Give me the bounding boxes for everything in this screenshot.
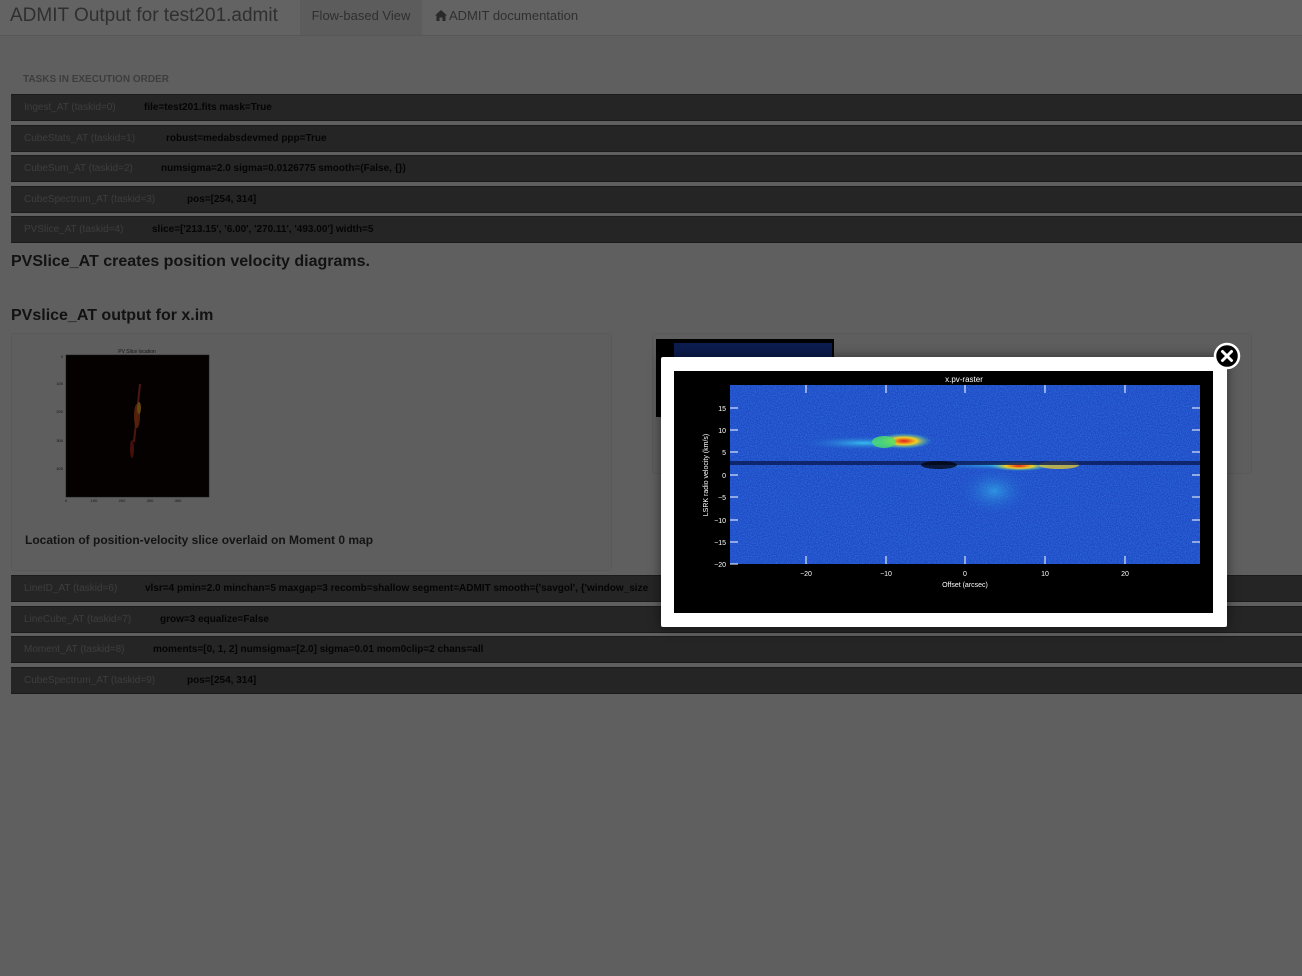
- moment-ytick: 200: [56, 409, 63, 414]
- admit-documentation-label: ADMIT documentation: [449, 8, 579, 23]
- task-params: numsigma=2.0 sigma=0.0126775 smooth=(Fal…: [161, 163, 406, 174]
- close-icon[interactable]: [1213, 342, 1241, 370]
- task-name: PVSlice_AT (taskid=4): [24, 224, 124, 235]
- pv-ytick: −20: [714, 562, 726, 569]
- pv-ytick: 5: [722, 450, 726, 457]
- top-navbar: ADMIT Output for test201.admit Flow-base…: [0, 0, 1302, 36]
- pv-ytick: 10: [718, 428, 726, 435]
- task-row-cubespectrum-9[interactable]: CubeSpectrum_AT (taskid=9) pos=[254, 314…: [11, 667, 1302, 694]
- task-params: file=test201.fits mask=True: [144, 102, 272, 113]
- pv-xtick: 20: [1121, 571, 1129, 578]
- task-name: CubeSum_AT (taskid=2): [24, 163, 133, 174]
- task-params: vlsr=4 pmin=2.0 minchan=5 maxgap=3 recom…: [145, 583, 649, 594]
- task-row-cubesum[interactable]: CubeSum_AT (taskid=2) numsigma=2.0 sigma…: [11, 155, 1302, 182]
- pv-ytick: −15: [714, 540, 726, 547]
- task-row-pvslice[interactable]: PVSlice_AT (taskid=4) slice=['213.15', '…: [11, 216, 1302, 243]
- moment-map-caption: Location of position-velocity slice over…: [25, 533, 374, 547]
- home-icon: [435, 10, 447, 21]
- moment-xtick: 100: [91, 498, 98, 503]
- pv-xtick: −10: [880, 571, 892, 578]
- pv-ytick: −10: [714, 518, 726, 525]
- pv-ytick: 0: [722, 473, 726, 480]
- task-row-ingest[interactable]: Ingest_AT (taskid=0) file=test201.fits m…: [11, 94, 1302, 121]
- pv-xtick: 10: [1041, 571, 1049, 578]
- pvslice-description: PVSlice_AT creates position velocity dia…: [11, 253, 370, 270]
- task-row-cubespectrum-3[interactable]: CubeSpectrum_AT (taskid=3) pos=[254, 314…: [11, 186, 1302, 213]
- pv-ytick: 15: [718, 406, 726, 413]
- tab-flow-based-view[interactable]: Flow-based View: [300, 0, 422, 35]
- task-name: LineID_AT (taskid=6): [24, 583, 118, 594]
- task-name: Ingest_AT (taskid=0): [24, 102, 116, 113]
- task-params: pos=[254, 314]: [187, 675, 257, 686]
- task-row-cubestats[interactable]: CubeStats_AT (taskid=1) robust=medabsdev…: [11, 125, 1302, 152]
- task-params: robust=medabsdevmed ppp=True: [166, 133, 327, 144]
- task-params: pos=[254, 314]: [187, 194, 257, 205]
- pv-plot-title: x.pv-raster: [945, 375, 983, 384]
- pv-xtick: 0: [963, 571, 967, 578]
- task-name: CubeSpectrum_AT (taskid=9): [24, 675, 156, 686]
- moment-map-thumbnail[interactable]: PV Slice location 0 100 200 300 400 0 10…: [52, 346, 222, 506]
- moment-xtick: 0: [65, 498, 68, 503]
- task-name: LineCube_AT (taskid=7): [24, 614, 132, 625]
- pv-ytick: −5: [718, 495, 726, 502]
- moment-ytick: 0: [61, 354, 64, 359]
- moment-ytick: 400: [56, 466, 63, 471]
- task-name: Moment_AT (taskid=8): [24, 644, 125, 655]
- pv-ylabel: LSRK radio velocity (km/s): [703, 434, 710, 516]
- pv-xtick: −20: [800, 571, 812, 578]
- moment-plot-title: PV Slice location: [118, 349, 156, 355]
- task-params: slice=['213.15', '6.00', '270.11', '493.…: [152, 224, 374, 235]
- app-title: ADMIT Output for test201.admit: [10, 5, 278, 26]
- moment-xtick: 400: [175, 498, 182, 503]
- pv-raster-image: x.pv-raster 15 10 5 0 −5 −10 −15 −20 −20…: [674, 371, 1213, 613]
- moment-xtick: 200: [119, 498, 126, 503]
- pv-xlabel: Offset (arcsec): [942, 582, 988, 589]
- admit-documentation-link[interactable]: ADMIT documentation: [435, 0, 578, 35]
- task-params: grow=3 equalize=False: [160, 614, 269, 625]
- section-label: TASKS IN EXECUTION ORDER: [23, 74, 169, 85]
- moment-map-panel: PV Slice location 0 100 200 300 400 0 10…: [11, 333, 612, 571]
- task-params: moments=[0, 1, 2] numsigma=[2.0] sigma=0…: [153, 644, 484, 655]
- moment-xtick: 300: [147, 498, 154, 503]
- pvslice-output-heading: PVslice_AT output for x.im: [11, 307, 214, 324]
- task-name: CubeStats_AT (taskid=1): [24, 133, 136, 144]
- moment-ytick: 100: [56, 381, 63, 386]
- task-name: CubeSpectrum_AT (taskid=3): [24, 194, 156, 205]
- tab-flow-based-view-label: Flow-based View: [311, 8, 411, 23]
- moment-ytick: 300: [56, 438, 63, 443]
- lightbox-modal: x.pv-raster 15 10 5 0 −5 −10 −15 −20 −20…: [661, 357, 1227, 627]
- task-row-moment[interactable]: Moment_AT (taskid=8) moments=[0, 1, 2] n…: [11, 636, 1302, 663]
